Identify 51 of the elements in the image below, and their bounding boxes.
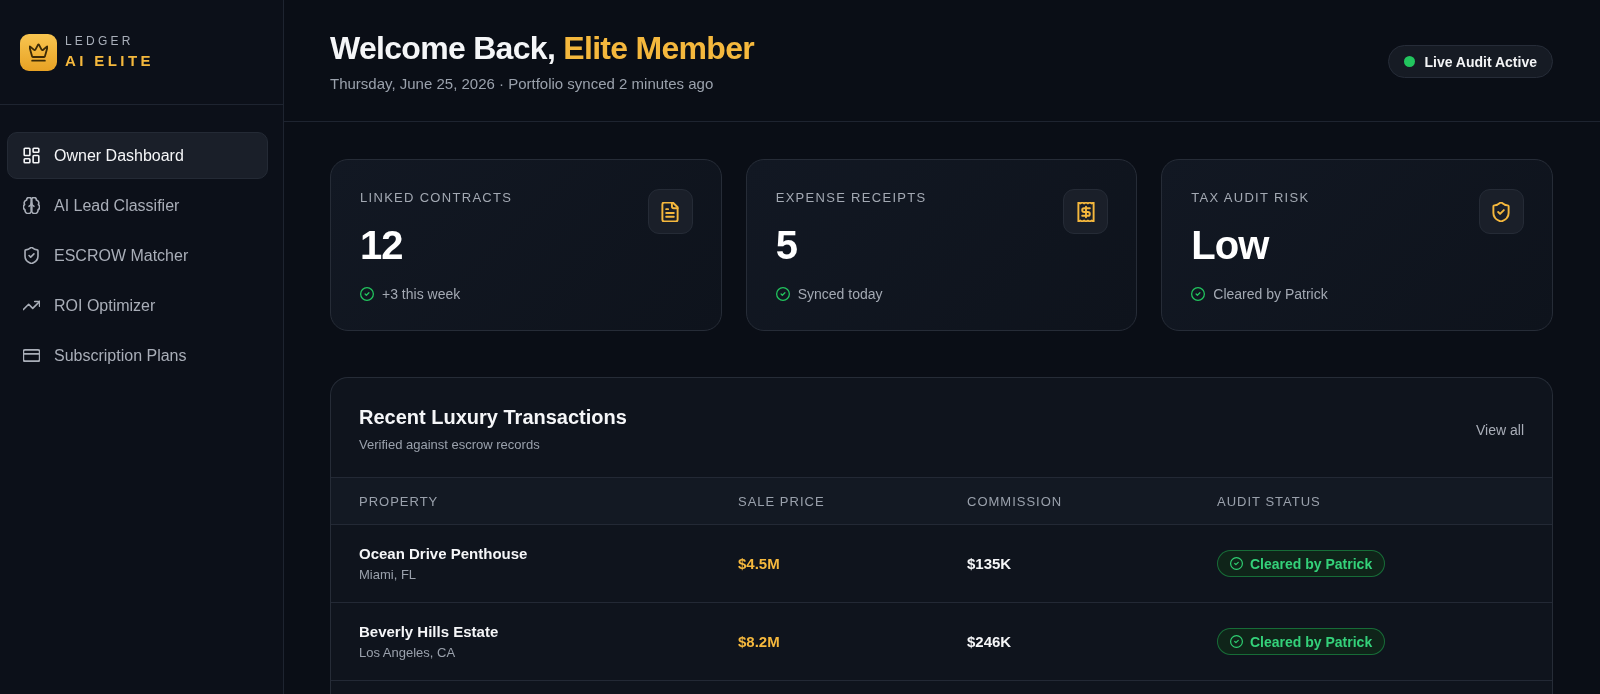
nav-item[interactable]: ROI Optimizer: [7, 282, 268, 329]
welcome-title: Welcome Back,: [330, 30, 556, 66]
section-subtitle: Verified against escrow records: [359, 436, 541, 454]
sale-price: $8.2M: [738, 633, 780, 650]
live-status-label: Live Audit Active: [1424, 53, 1537, 70]
property-name: Ocean Drive Penthouse: [359, 544, 528, 564]
sale-price: $4.5M: [738, 555, 780, 572]
check-circle-icon: [360, 287, 374, 301]
stat-note: Cleared by Patrick: [1213, 285, 1328, 304]
property-location: Los Angeles, CA: [359, 644, 456, 661]
stat-label: EXPENSE RECEIPTS: [775, 190, 927, 206]
brain-icon: [23, 197, 40, 214]
stat-note: +3 this week: [382, 285, 461, 304]
view-all-link[interactable]: View all: [1476, 421, 1524, 438]
brand-name: AI ELITE: [65, 52, 154, 70]
crown-icon: [20, 34, 57, 71]
nav-item[interactable]: AI Lead Classifier: [7, 182, 268, 229]
column-header: COMMISSION: [967, 493, 1063, 509]
commission: $246K: [967, 633, 1012, 650]
nav-item[interactable]: Subscription Plans: [7, 332, 268, 379]
stat-label: LINKED CONTRACTS: [360, 190, 513, 206]
stat-value: 12: [360, 222, 403, 269]
stat-value: 5: [775, 222, 797, 269]
commission: $135K: [967, 555, 1012, 572]
shield-check-icon: [23, 247, 40, 264]
audit-status: Cleared by Patrick: [1250, 633, 1373, 650]
sync-subtitle: Thursday, June 25, 2026 · Portfolio synced 2 minutes ago: [330, 74, 715, 94]
check-circle-icon: [1230, 557, 1243, 570]
check-circle-icon: [1230, 635, 1243, 648]
column-header: SALE PRICE: [738, 493, 825, 509]
stat-value: Low: [1191, 222, 1269, 269]
status-dot-icon: [1404, 56, 1416, 67]
nav-item[interactable]: ESCROW Matcher: [7, 232, 268, 279]
check-circle-icon: [775, 287, 790, 301]
nav-item[interactable]: Owner Dashboard: [7, 132, 268, 179]
column-header: PROPERTY: [359, 493, 439, 509]
receipt-icon: [1063, 189, 1109, 234]
document-icon: [647, 189, 693, 234]
section-title: Recent Luxury Transactions: [359, 405, 627, 429]
shield-check-icon: [1479, 189, 1524, 234]
brand-label: LEDGER: [65, 34, 135, 48]
check-circle-icon: [1191, 287, 1206, 301]
property-location: Miami, FL: [359, 566, 417, 583]
property-name: Beverly Hills Estate: [359, 622, 499, 642]
grid-icon: [23, 147, 40, 164]
card-icon: [23, 347, 40, 364]
stat-label: TAX AUDIT RISK: [1191, 190, 1310, 206]
member-name: Elite Member: [563, 30, 755, 66]
audit-status: Cleared by Patrick: [1250, 555, 1373, 572]
column-header: AUDIT STATUS: [1217, 493, 1321, 509]
stat-note: Synced today: [797, 285, 883, 304]
